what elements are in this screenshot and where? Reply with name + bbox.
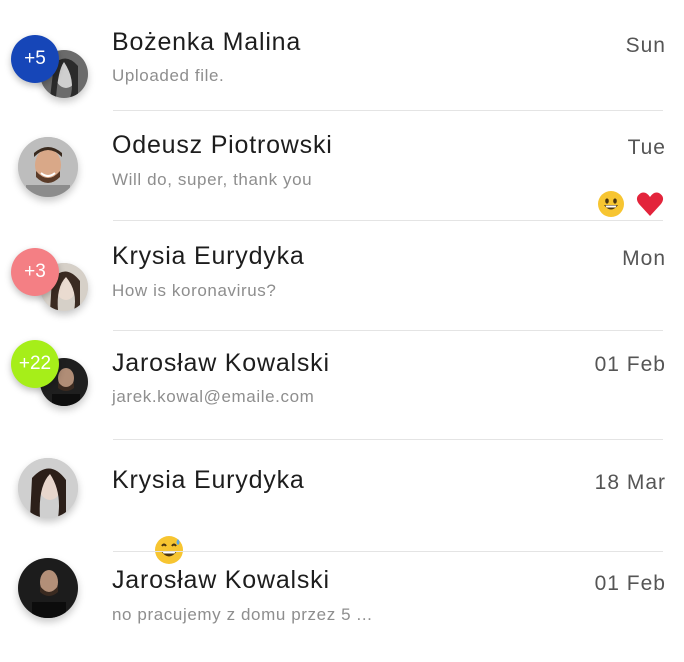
contact-name: Bożenka Malina — [112, 28, 302, 56]
message-preview: no pracujemy z domu przez 5 ... — [112, 605, 373, 624]
message-preview: How is koronavirus? — [112, 281, 277, 300]
message-preview: jarek.kowal@emaile.com — [112, 387, 315, 406]
message-time: 18 Mar — [594, 471, 666, 494]
woman-avatar — [18, 458, 78, 518]
conversation-item[interactable]: Jarosław Kowalski no pracujemy z domu pr… — [0, 552, 684, 662]
unread-count-badge: +5 — [11, 35, 59, 83]
contact-name: Krysia Eurydyka — [112, 242, 305, 270]
message-preview: Uploaded file. — [112, 66, 225, 85]
conversation-item[interactable]: Krysia Eurydyka 18 Mar — [0, 440, 684, 564]
man-dark-avatar — [18, 558, 78, 618]
conversation-item[interactable]: +3 Krysia Eurydyka How is koronavirus? M… — [0, 221, 684, 331]
contact-name: Odeusz Piotrowski — [112, 131, 333, 159]
contact-name: Jarosław Kowalski — [112, 566, 330, 594]
unread-count-badge: +3 — [11, 248, 59, 296]
message-time: Sun — [625, 34, 666, 57]
unread-count-badge: +22 — [11, 340, 59, 388]
message-preview: Will do, super, thank you — [112, 170, 313, 189]
grinning-face-emoji — [597, 190, 625, 218]
message-time: Tue — [627, 136, 666, 159]
message-time: 01 Feb — [594, 353, 666, 376]
message-time: Mon — [622, 247, 666, 270]
conversation-item[interactable]: +5 Bożenka Malina Uploaded file. Sun — [0, 0, 684, 110]
contact-name: Jarosław Kowalski — [112, 349, 330, 377]
smiling-man-avatar — [18, 137, 78, 197]
contact-name: Krysia Eurydyka — [112, 466, 305, 494]
message-time: 01 Feb — [594, 572, 666, 595]
conversation-item[interactable]: Odeusz Piotrowski Will do, super, thank … — [0, 111, 684, 221]
red-heart-icon — [635, 189, 665, 219]
conversation-list: +5 Bożenka Malina Uploaded file. Sun Ode… — [0, 0, 684, 649]
conversation-item[interactable]: +22 Jarosław Kowalski jarek.kowal@emaile… — [0, 331, 684, 441]
